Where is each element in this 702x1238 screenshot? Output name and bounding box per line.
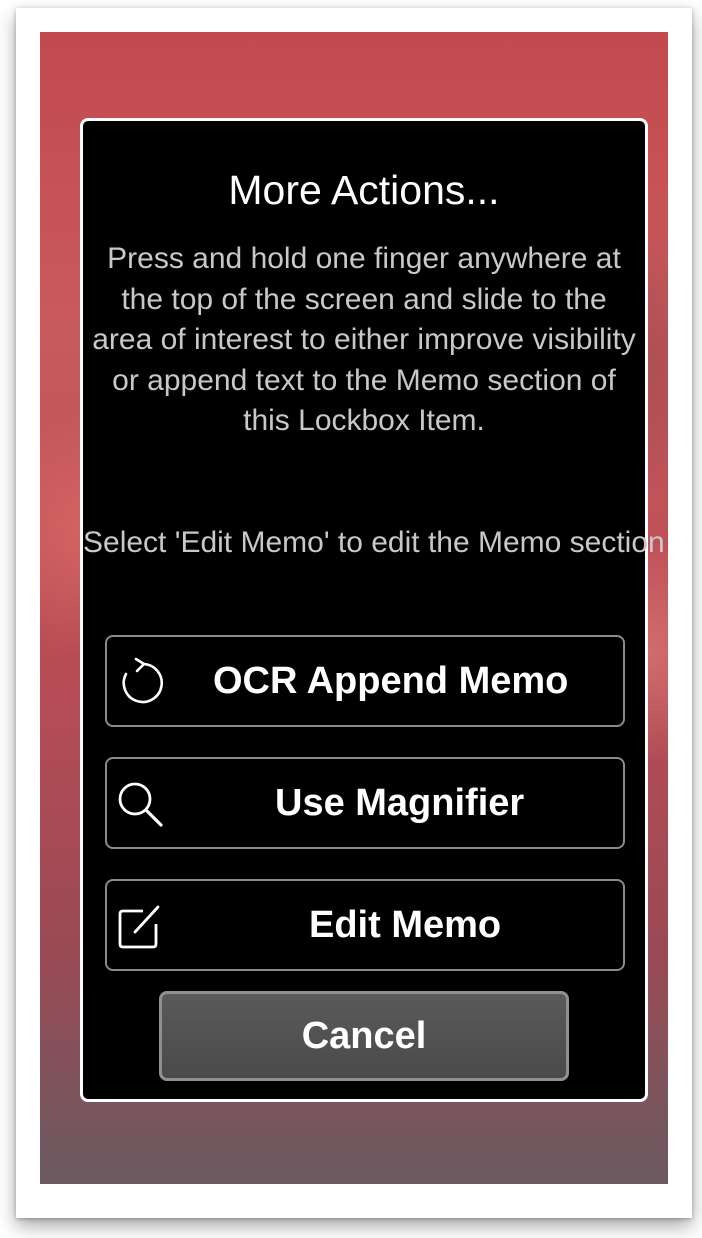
- dialog-title: More Actions...: [228, 167, 500, 213]
- magnifier-icon: [118, 782, 163, 827]
- cancel-button[interactable]: Cancel: [159, 991, 569, 1081]
- edit-memo-label: Edit Memo: [309, 904, 502, 946]
- dialog-description: Press and hold one finger anywhere at th…: [92, 242, 636, 437]
- more-actions-dialog: More Actions... Press and hold one finge…: [80, 118, 668, 1102]
- ocr-append-memo-button[interactable]: OCR Append Memo: [105, 635, 625, 727]
- refresh-icon: [122, 657, 163, 704]
- ocr-append-memo-label: OCR Append Memo: [213, 660, 569, 702]
- edit-memo-button[interactable]: Edit Memo: [105, 879, 625, 971]
- use-magnifier-label: Use Magnifier: [275, 782, 525, 824]
- edit-icon: [118, 905, 160, 949]
- screenshot-frame: More Actions... Press and hold one finge…: [16, 8, 692, 1218]
- edit-memo-hint: Select 'Edit Memo' to edit the Memo sect…: [83, 526, 668, 559]
- app-screen-backdrop: More Actions... Press and hold one finge…: [40, 32, 668, 1184]
- use-magnifier-button[interactable]: Use Magnifier: [105, 757, 625, 849]
